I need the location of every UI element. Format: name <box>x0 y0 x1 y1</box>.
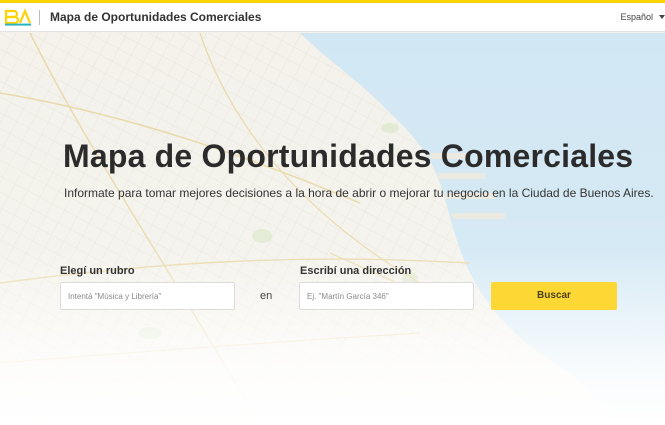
chevron-down-icon <box>659 15 665 19</box>
hero-title: Mapa de Oportunidades Comerciales <box>63 138 634 174</box>
search-button[interactable]: Buscar <box>491 282 617 310</box>
language-label: Español <box>620 12 653 22</box>
hero-subtitle: Informate para tomar mejores decisiones … <box>64 186 654 200</box>
ba-logo-icon[interactable] <box>4 8 32 26</box>
direccion-label: Escribí una dirección <box>300 265 412 277</box>
direccion-field[interactable] <box>299 282 474 310</box>
rubro-field[interactable] <box>60 282 235 310</box>
app-header: Mapa de Oportunidades Comerciales Españo… <box>0 3 665 32</box>
rubro-input[interactable] <box>61 283 234 309</box>
rubro-label: Elegí un rubro <box>60 265 135 277</box>
direccion-input[interactable] <box>300 283 473 309</box>
header-title: Mapa de Oportunidades Comerciales <box>50 10 262 24</box>
language-selector[interactable]: Español <box>620 12 665 22</box>
header-divider <box>39 10 40 25</box>
connector-text: en <box>260 290 273 302</box>
map-fade-overlay <box>0 33 665 425</box>
